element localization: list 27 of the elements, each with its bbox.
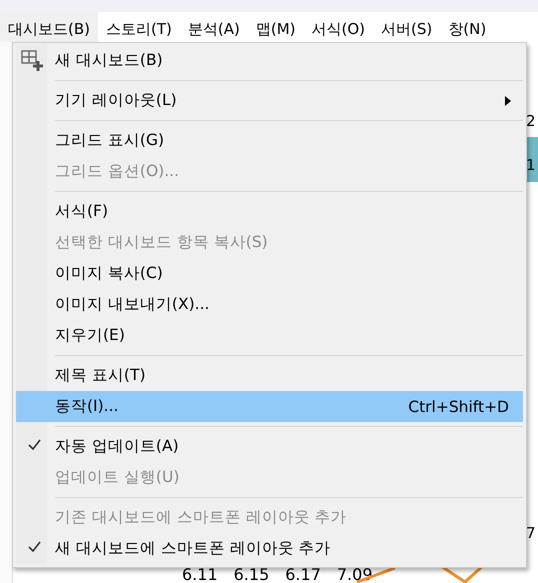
value-label: 6.11 — [181, 565, 219, 583]
menu-item[interactable]: 이미지 내보내기(X)... — [16, 289, 523, 320]
menu-item[interactable]: 자동 업데이트(A) — [16, 431, 523, 462]
menu-bar-item[interactable]: 서버(S) — [373, 12, 440, 42]
menu-bar-item[interactable]: 대시보드(B) — [0, 12, 98, 42]
menu-bar-item[interactable]: 맵(M) — [248, 12, 304, 42]
menu-item[interactable]: 새 대시보드(B) — [16, 45, 523, 76]
value-label: 6.15 — [232, 565, 270, 583]
menu-bar-item[interactable]: 스토리(T) — [98, 12, 180, 42]
menu-item[interactable]: 이미지 복사(C) — [16, 258, 523, 289]
menu-item[interactable]: 기기 레이아웃(L) — [16, 85, 523, 116]
menu-item[interactable]: 동작(I)... Ctrl+Shift+D — [16, 391, 523, 422]
menu-item[interactable]: 그리드 표시(G) — [16, 125, 523, 156]
submenu-arrow-icon — [505, 96, 511, 106]
dashboard-add-icon — [21, 50, 44, 72]
menu-item[interactable]: 서식(F) — [16, 196, 523, 227]
menu-bar-item[interactable]: 분석(A) — [180, 12, 248, 42]
menu-item[interactable]: 지우기(E) — [16, 320, 523, 351]
menu-item[interactable]: 새 대시보드에 스마트폰 레이아웃 추가 — [16, 533, 523, 564]
cell-text: 1 — [526, 156, 537, 174]
value-label: 6.17 — [284, 565, 322, 583]
cell-text: 2 — [526, 112, 537, 130]
shortcut-text: Ctrl+Shift+D — [408, 398, 509, 416]
menu-item[interactable]: 제목 표시(T) — [16, 360, 523, 391]
cell-text: 7 — [526, 524, 537, 542]
menu-bar-item[interactable]: 서식(O) — [304, 12, 374, 42]
menu-bar-item[interactable]: 창(N) — [440, 12, 494, 42]
